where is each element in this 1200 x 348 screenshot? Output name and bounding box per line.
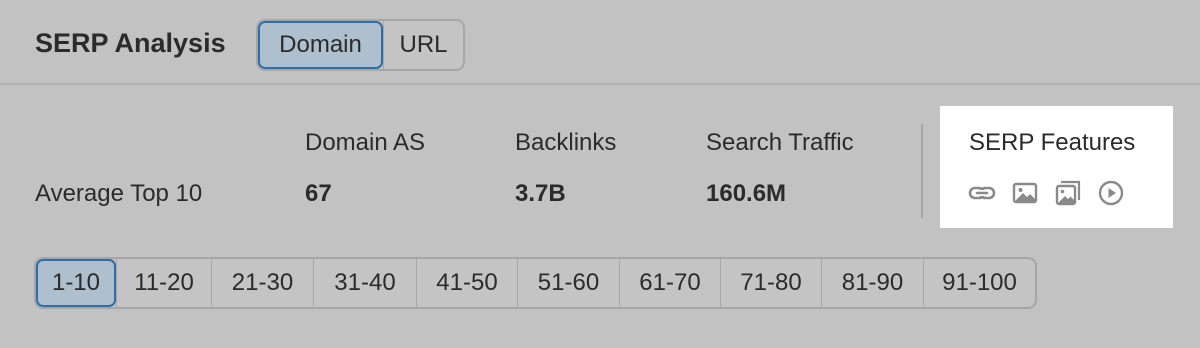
range-button[interactable]: 71-80 [720,259,821,307]
toggle-url-button[interactable]: URL [383,21,463,69]
range-button[interactable]: 21-30 [211,259,313,307]
video-icon[interactable] [1097,179,1125,207]
range-button[interactable]: 11-20 [116,259,211,307]
column-divider [921,124,923,218]
serp-features-title: SERP Features [969,129,1136,156]
position-range-pager: 1-10 11-20 21-30 31-40 41-50 51-60 61-70… [34,257,1037,309]
range-button[interactable]: 1-10 [36,259,116,307]
range-button[interactable]: 41-50 [416,259,517,307]
page-title: SERP Analysis [35,28,226,58]
link-icon[interactable] [968,179,996,207]
range-button[interactable]: 91-100 [923,259,1035,307]
domain-as-label: Domain AS [305,129,426,156]
range-button[interactable]: 31-40 [313,259,416,307]
serp-features-panel: SERP Features [940,106,1173,228]
average-top-10-label: Average Top 10 [35,180,203,207]
range-button[interactable]: 81-90 [821,259,923,307]
domain-as-value: 67 [305,180,332,207]
header: SERP Analysis Domain URL [0,0,1200,85]
serp-features-icons [968,179,1125,207]
search-traffic-value: 160.6M [706,180,787,207]
domain-url-toggle: Domain URL [256,19,465,71]
search-traffic-label: Search Traffic [706,129,854,156]
image-icon[interactable] [1011,179,1039,207]
toggle-domain-button[interactable]: Domain [258,21,383,69]
range-button[interactable]: 61-70 [619,259,720,307]
range-button[interactable]: 51-60 [517,259,619,307]
backlinks-label: Backlinks [515,129,617,156]
image-pack-icon[interactable] [1054,179,1082,207]
backlinks-value: 3.7B [515,180,566,207]
